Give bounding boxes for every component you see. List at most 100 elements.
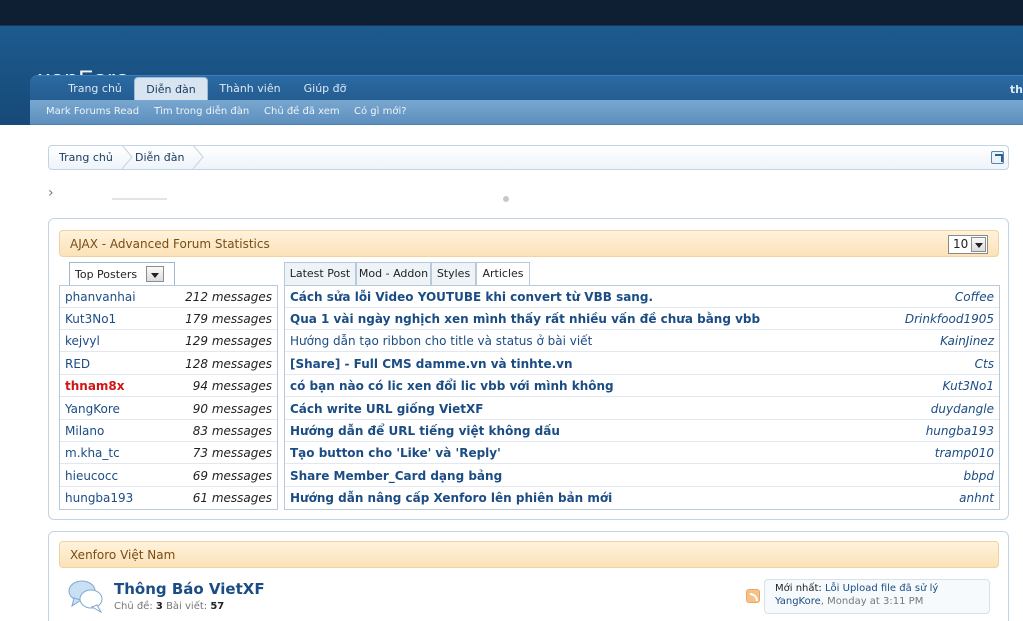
posts-label: Bài viết: (166, 601, 208, 612)
thread-title[interactable]: Hướng dẫn nâng cấp Xenforo lên phiên bản… (290, 491, 612, 505)
jump-to-icon[interactable] (991, 151, 1004, 164)
thread-title[interactable]: Tạo button cho 'Like' và 'Reply' (290, 446, 501, 460)
thread-title[interactable]: Hướng dẫn tạo ribbon cho title và status… (290, 334, 592, 348)
subnav-mark-read[interactable]: Mark Forums Read (46, 106, 139, 117)
poster-name[interactable]: m.kha_tc (65, 446, 120, 460)
tab-mod-addon[interactable]: Mod - Addon (356, 262, 431, 285)
tab-styles[interactable]: Styles (431, 262, 476, 285)
thread-title[interactable]: Cách sửa lỗi Video YOUTUBE khi convert t… (290, 290, 653, 304)
category-header: Xenforo Việt Nam (59, 541, 999, 568)
poster-name[interactable]: kejvyl (65, 334, 100, 348)
thread-author[interactable]: Drinkfood1905 (905, 312, 994, 326)
latest-user-link[interactable]: YangKore (775, 596, 821, 607)
list-item: hieucocc 69 messages (60, 465, 277, 487)
browser-top-band (0, 0, 1023, 26)
top-posters-list: phanvanhai 212 messages Kut3No1 179 messag… (59, 285, 278, 510)
poster-count: 73 messages (192, 446, 272, 460)
tab-articles[interactable]: Articles (476, 262, 530, 285)
forum-title-link[interactable]: Thông Báo VietXF (114, 580, 265, 598)
thread-title[interactable]: Share Member_Card dạng bảng (290, 469, 502, 483)
posts-count: 57 (210, 601, 225, 612)
thread-author[interactable]: Coffee (955, 290, 994, 304)
table-row: Tạo button cho 'Like' và 'Reply' tramp010 (285, 442, 999, 464)
subnav-watched-threads[interactable]: Chủ đề đã xem (264, 106, 340, 117)
poster-count: 129 messages (185, 334, 272, 348)
poster-count: 83 messages (192, 424, 272, 438)
table-row: có bạn nào có lic xen đổi lic vbb với mì… (285, 375, 999, 397)
breadcrumb-arrow-icon (192, 145, 204, 169)
list-item: m.kha_tc 73 messages (60, 442, 277, 464)
result-count-value: 10 (953, 237, 969, 251)
chevron-down-icon[interactable] (146, 266, 164, 282)
list-item: thnam8x 94 messages (60, 375, 277, 397)
tab-members[interactable]: Thành viên (210, 77, 290, 101)
table-row: Share Member_Card dạng bảng bbpd (285, 465, 999, 487)
breadcrumb-forums[interactable]: Diễn đàn (125, 146, 184, 169)
breadcrumb-home[interactable]: Trang chủ (49, 146, 113, 169)
tab-help[interactable]: Giúp đỡ (290, 77, 360, 101)
poster-count: 90 messages (192, 402, 272, 416)
latest-label: Mới nhất: (775, 583, 822, 594)
latest-post-box: Mới nhất: Lỗi Upload file đã sử lý YangK… (764, 579, 990, 614)
thread-author[interactable]: KainJinez (940, 334, 994, 348)
poster-name[interactable]: Kut3No1 (65, 312, 116, 326)
top-posters-label: Top Posters (75, 268, 138, 281)
poster-name[interactable]: phanvanhai (65, 290, 136, 304)
table-row: Hướng dẫn nâng cấp Xenforo lên phiên bản… (285, 487, 999, 509)
result-count-select[interactable]: 10 (948, 235, 988, 254)
notice-line (112, 198, 167, 200)
topics-count: 3 (155, 601, 163, 612)
latest-time: , Monday at 3:11 PM (820, 596, 924, 607)
subnav-search-forums[interactable]: Tìm trong diễn đàn (154, 106, 249, 117)
user-menu-link[interactable]: th (1010, 83, 1023, 96)
stats-title: AJAX - Advanced Forum Statistics (70, 237, 270, 251)
category-title[interactable]: Xenforo Việt Nam (70, 548, 175, 562)
list-item: hungba193 61 messages (60, 487, 277, 509)
poster-count: 179 messages (185, 312, 272, 326)
poster-count: 94 messages (192, 379, 272, 393)
table-row: Hướng dẫn để URL tiếng việt không dấu hun… (285, 420, 999, 442)
list-item: phanvanhai 212 messages (60, 286, 277, 308)
poster-name[interactable]: thnam8x (65, 379, 125, 393)
poster-count: 128 messages (185, 357, 272, 371)
poster-name[interactable]: RED (65, 357, 90, 371)
poster-count: 69 messages (192, 469, 272, 483)
thread-author[interactable]: anhnt (959, 491, 994, 505)
breadcrumb: Trang chủ Diễn đàn (48, 145, 1009, 170)
thread-title[interactable]: [Share] - Full CMS damme.vn và tinhte.vn (290, 357, 573, 371)
list-item: Kut3No1 179 messages (60, 308, 277, 330)
poster-count: 61 messages (192, 491, 272, 505)
sub-nav: Mark Forums Read Tìm trong diễn đàn Chủ … (30, 100, 1023, 125)
chevron-down-icon[interactable] (971, 237, 986, 252)
tab-home[interactable]: Trang chủ (55, 77, 135, 101)
thread-title[interactable]: Hướng dẫn để URL tiếng việt không dấu (290, 424, 560, 438)
forum-bubbles-icon (68, 580, 103, 613)
topics-label: Chủ đề: (114, 601, 153, 612)
top-posters-select[interactable]: Top Posters (69, 262, 175, 285)
tab-forums[interactable]: Diễn đàn (134, 77, 208, 101)
poster-name[interactable]: Milano (65, 424, 104, 438)
poster-name[interactable]: YangKore (65, 402, 120, 416)
thread-title[interactable]: Cách write URL giống VietXF (290, 402, 484, 416)
thread-author[interactable]: Kut3No1 (943, 379, 994, 393)
list-item: Milano 83 messages (60, 420, 277, 442)
thread-author[interactable]: Cts (975, 357, 994, 371)
thread-author[interactable]: hungba193 (926, 424, 994, 438)
notice-area: › (48, 182, 608, 204)
subnav-whats-new[interactable]: Có gì mới? (354, 106, 407, 117)
tab-latest-post[interactable]: Latest Post (284, 262, 356, 285)
list-item: YangKore 90 messages (60, 398, 277, 420)
thread-title[interactable]: Qua 1 vài ngày nghịch xen mình thấy rất … (290, 312, 760, 326)
poster-name[interactable]: hieucocc (65, 469, 118, 483)
forum-stats: Chủ đề: 3 Bài viết: 57 (114, 601, 224, 612)
poster-name[interactable]: hungba193 (65, 491, 133, 505)
thread-author[interactable]: bbpd (964, 469, 994, 483)
thread-author[interactable]: tramp010 (935, 446, 994, 460)
forum-category-panel: Xenforo Việt Nam Thông Báo VietXF Chủ đề… (48, 531, 1009, 621)
thread-author[interactable]: duydangle (931, 402, 994, 416)
rss-icon[interactable] (746, 589, 760, 603)
notice-mark: › (48, 185, 54, 201)
latest-thread-link[interactable]: Lỗi Upload file đã sử lý (825, 583, 938, 594)
table-row: Hướng dẫn tạo ribbon cho title và status… (285, 330, 999, 352)
thread-title[interactable]: có bạn nào có lic xen đổi lic vbb với mì… (290, 379, 614, 393)
